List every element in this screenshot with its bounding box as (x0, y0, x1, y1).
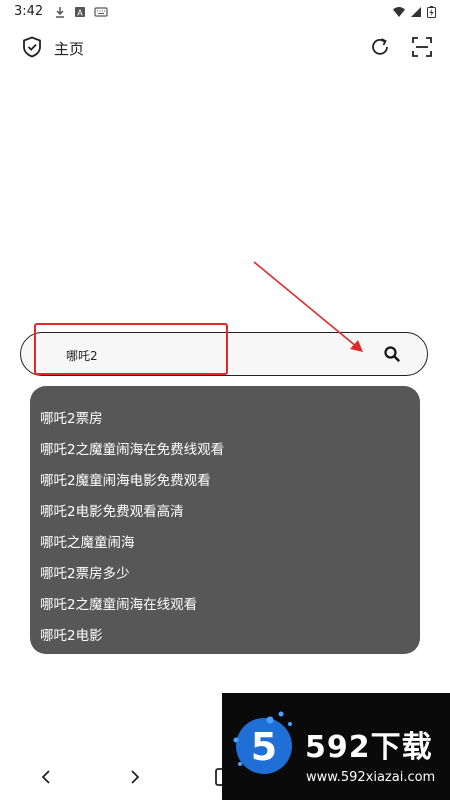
suggestion-list: 哪吒2票房 哪吒2之魔童闹海在免费线观看 哪吒2魔童闹海电影免费观看 哪吒2电影… (30, 386, 420, 654)
page-title: 主页 (54, 40, 85, 58)
watermark-logo-digit: 5 (251, 725, 277, 769)
suggestion-item[interactable]: 哪吒之魔童闹海 (40, 531, 135, 551)
watermark-logo: 5 (233, 711, 292, 774)
back-icon[interactable] (36, 767, 56, 787)
download-icon (56, 7, 64, 18)
keyboard-icon (94, 7, 108, 17)
wifi-icon (393, 7, 405, 17)
search-icon[interactable] (383, 345, 401, 363)
suggestion-item[interactable]: 哪吒2之魔童闹海在免费线观看 (40, 438, 224, 458)
status-time: 3:42 (14, 4, 44, 19)
suggestion-item[interactable]: 哪吒2票房多少 (40, 562, 130, 582)
scan-icon[interactable] (411, 36, 433, 58)
suggestion-item[interactable]: 哪吒2票房 (40, 407, 103, 427)
signal-icon (411, 7, 421, 17)
watermark-url: www.592xiazai.com (306, 770, 436, 785)
svg-text:A: A (77, 9, 83, 18)
a-icon: A (75, 7, 85, 18)
shield-check-icon (23, 36, 41, 58)
forward-icon[interactable] (125, 767, 145, 787)
refresh-icon[interactable] (369, 36, 391, 58)
watermark-brand: 592下载 (305, 730, 433, 765)
suggestion-item[interactable]: 哪吒2之魔童闹海在线观看 (40, 593, 197, 613)
annotation-arrow (253, 261, 363, 352)
status-bar: 3:42 A (0, 0, 450, 26)
suggestion-item[interactable]: 哪吒2魔童闹海电影免费观看 (40, 469, 211, 489)
battery-icon (427, 6, 436, 18)
annotation-highlight-box (34, 323, 228, 375)
suggestion-item[interactable]: 哪吒2电影免费观看高清 (40, 500, 184, 520)
suggestion-item[interactable]: 哪吒2电影 (40, 624, 103, 644)
